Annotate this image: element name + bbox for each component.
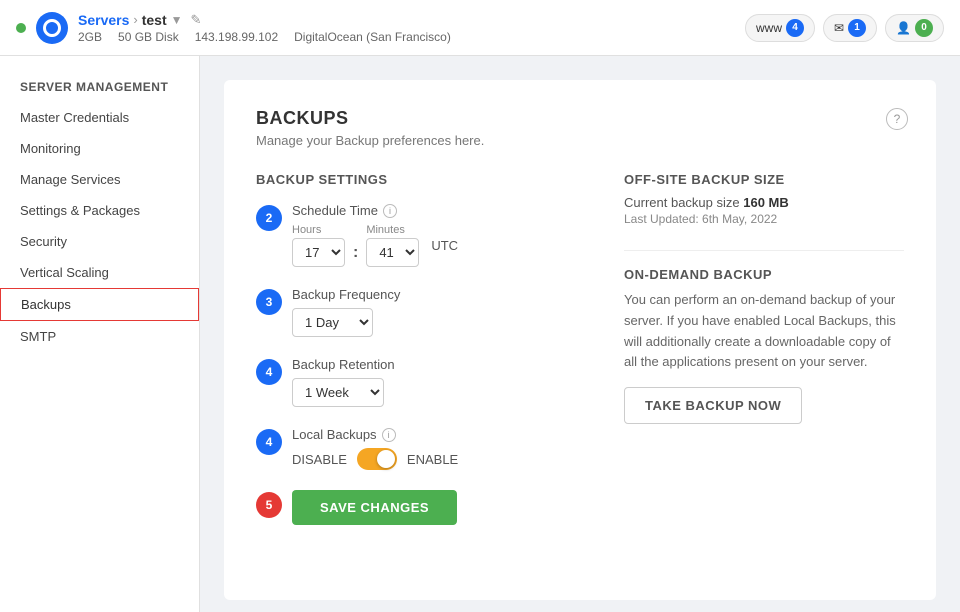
hours-label: Hours xyxy=(292,224,345,236)
local-backups-label: Local Backups i xyxy=(292,427,584,442)
topbar: Servers › test ▼ ✎ 2GB 50 GB Disk 143.19… xyxy=(0,0,960,56)
time-colon: : xyxy=(353,244,358,262)
backup-retention-select[interactable]: 1 Week 2 Weeks 1 Month 3 Months xyxy=(292,378,384,407)
edit-server-icon[interactable]: ✎ xyxy=(191,12,202,28)
local-backups-toggle[interactable] xyxy=(357,448,397,470)
backup-retention-row: 4 Backup Retention 1 Week 2 Weeks 1 Mont… xyxy=(256,357,584,407)
backup-frequency-select[interactable]: 1 Day 2 Days 3 Days Weekly xyxy=(292,308,373,337)
email-icon: ✉ xyxy=(834,21,844,35)
schedule-time-content: Schedule Time i Hours 17 00010203 040506 xyxy=(292,203,584,267)
hours-select[interactable]: 17 00010203 04050607 08091011 12131415 1… xyxy=(292,238,345,267)
topbar-right: www 4 ✉ 1 👤 0 xyxy=(745,14,944,42)
server-ram: 2GB xyxy=(78,30,102,44)
two-col-layout: BACKUP SETTINGS 2 Schedule Time i Hours xyxy=(256,172,904,545)
backup-size-text: Current backup size 160 MB xyxy=(624,195,904,210)
schedule-time-row: 2 Schedule Time i Hours 17 xyxy=(256,203,584,267)
divider xyxy=(624,250,904,251)
sidebar-section-title: Server Management xyxy=(0,72,199,102)
step-4-bubble: 4 xyxy=(256,359,282,385)
topbar-left: Servers › test ▼ ✎ 2GB 50 GB Disk 143.19… xyxy=(16,12,451,44)
step-3-bubble: 3 xyxy=(256,289,282,315)
backup-retention-text: Backup Retention xyxy=(292,357,395,372)
hours-col: Hours 17 00010203 04050607 08091011 1213… xyxy=(292,224,345,267)
toggle-knob xyxy=(377,450,395,468)
backup-frequency-content: Backup Frequency 1 Day 2 Days 3 Days Wee… xyxy=(292,287,584,337)
www-badge[interactable]: www 4 xyxy=(745,14,815,42)
step-5-bubble: 5 xyxy=(256,492,282,518)
minutes-label: Minutes xyxy=(366,224,419,236)
on-demand-section: ON-DEMAND BACKUP You can perform an on-d… xyxy=(624,267,904,424)
on-demand-title: ON-DEMAND BACKUP xyxy=(624,267,904,282)
offsite-backup-title: OFF-SITE BACKUP SIZE xyxy=(624,172,904,187)
email-count: 1 xyxy=(848,19,866,37)
take-backup-button[interactable]: TAKE BACKUP NOW xyxy=(624,387,802,424)
user-badge[interactable]: 👤 0 xyxy=(885,14,944,42)
user-count: 0 xyxy=(915,19,933,37)
help-icon[interactable]: ? xyxy=(886,108,908,130)
logo-inner xyxy=(43,19,61,37)
breadcrumb-servers[interactable]: Servers xyxy=(78,12,129,28)
backup-settings-title: BACKUP SETTINGS xyxy=(256,172,584,187)
save-changes-content: SAVE CHANGES xyxy=(292,490,584,525)
page-subtitle: Manage your Backup preferences here. xyxy=(256,133,904,148)
sidebar-item-security[interactable]: Security xyxy=(0,226,199,257)
backup-retention-label: Backup Retention xyxy=(292,357,584,372)
save-changes-row: 5 SAVE CHANGES xyxy=(256,490,584,525)
schedule-time-info-icon[interactable]: i xyxy=(383,204,397,218)
logo xyxy=(36,12,68,44)
main-content: ? BACKUPS Manage your Backup preferences… xyxy=(200,56,960,612)
enable-label: ENABLE xyxy=(407,452,458,467)
local-backups-content: Local Backups i DISABLE ENABLE xyxy=(292,427,584,470)
minutes-select[interactable]: 41 00051015 20253035 40455055 xyxy=(366,238,419,267)
backup-frequency-row: 3 Backup Frequency 1 Day 2 Days 3 Days W… xyxy=(256,287,584,337)
breadcrumb-server-name[interactable]: test xyxy=(142,12,167,28)
on-demand-description: You can perform an on-demand backup of y… xyxy=(624,290,904,373)
sidebar-item-smtp[interactable]: SMTP xyxy=(0,321,199,352)
local-backups-row: 4 Local Backups i DISABLE xyxy=(256,427,584,470)
content-card: ? BACKUPS Manage your Backup preferences… xyxy=(224,80,936,600)
server-ip: 143.198.99.102 xyxy=(195,30,278,44)
schedule-time-label: Schedule Time i xyxy=(292,203,584,218)
breadcrumb-dropdown-icon[interactable]: ▼ xyxy=(171,13,183,27)
sidebar-item-vertical-scaling[interactable]: Vertical Scaling xyxy=(0,257,199,288)
sidebar-item-monitoring[interactable]: Monitoring xyxy=(0,133,199,164)
sidebar-item-manage-services[interactable]: Manage Services xyxy=(0,164,199,195)
www-label: www xyxy=(756,21,782,35)
www-count: 4 xyxy=(786,19,804,37)
schedule-time-inputs: Hours 17 00010203 04050607 08091011 1213… xyxy=(292,224,584,267)
local-backups-toggle-row: DISABLE ENABLE xyxy=(292,448,584,470)
sidebar-item-settings-packages[interactable]: Settings & Packages xyxy=(0,195,199,226)
backup-retention-content: Backup Retention 1 Week 2 Weeks 1 Month … xyxy=(292,357,584,407)
backup-frequency-text: Backup Frequency xyxy=(292,287,400,302)
local-backups-info-icon[interactable]: i xyxy=(382,428,396,442)
col-right: OFF-SITE BACKUP SIZE Current backup size… xyxy=(624,172,904,545)
server-disk: 50 GB Disk xyxy=(118,30,179,44)
status-dot xyxy=(16,23,26,33)
backup-size-value: 160 MB xyxy=(743,195,789,210)
breadcrumb: Servers › test ▼ ✎ xyxy=(78,12,451,28)
local-backups-text: Local Backups xyxy=(292,427,377,442)
schedule-time-text: Schedule Time xyxy=(292,203,378,218)
step-2-bubble: 2 xyxy=(256,205,282,231)
disable-label: DISABLE xyxy=(292,452,347,467)
layout: Server Management Master Credentials Mon… xyxy=(0,56,960,612)
server-provider: DigitalOcean (San Francisco) xyxy=(294,30,451,44)
save-changes-button[interactable]: SAVE CHANGES xyxy=(292,490,457,525)
page-title: BACKUPS xyxy=(256,108,904,129)
server-meta: 2GB 50 GB Disk 143.198.99.102 DigitalOce… xyxy=(78,30,451,44)
offsite-backup-section: OFF-SITE BACKUP SIZE Current backup size… xyxy=(624,172,904,226)
sidebar-item-backups[interactable]: Backups xyxy=(0,288,199,321)
step-4b-bubble: 4 xyxy=(256,429,282,455)
breadcrumb-sep: › xyxy=(133,12,137,27)
email-badge[interactable]: ✉ 1 xyxy=(823,14,877,42)
utc-label: UTC xyxy=(431,238,458,253)
sidebar-item-master-credentials[interactable]: Master Credentials xyxy=(0,102,199,133)
backup-frequency-label: Backup Frequency xyxy=(292,287,584,302)
last-updated: Last Updated: 6th May, 2022 xyxy=(624,212,904,226)
sidebar: Server Management Master Credentials Mon… xyxy=(0,56,200,612)
minutes-col: Minutes 41 00051015 20253035 40455055 xyxy=(366,224,419,267)
col-left: BACKUP SETTINGS 2 Schedule Time i Hours xyxy=(256,172,584,545)
current-backup-label: Current backup size xyxy=(624,195,743,210)
user-icon: 👤 xyxy=(896,21,911,35)
